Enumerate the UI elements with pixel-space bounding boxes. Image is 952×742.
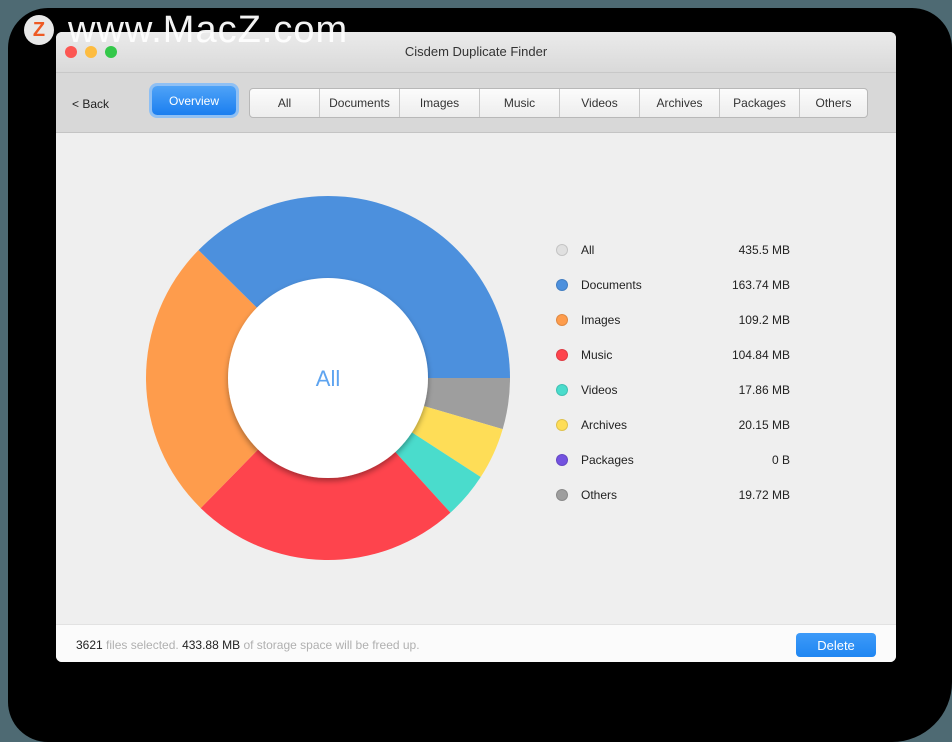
tab-images[interactable]: Images bbox=[399, 89, 479, 117]
legend-value: 17.86 MB bbox=[738, 382, 790, 397]
tab-archives[interactable]: Archives bbox=[639, 89, 719, 117]
legend-item-others[interactable]: Others 19.72 MB bbox=[556, 477, 790, 512]
legend-value: 435.5 MB bbox=[738, 242, 790, 257]
watermark-logo: Z bbox=[24, 15, 54, 45]
legend-value: 20.15 MB bbox=[738, 417, 790, 432]
tab-documents[interactable]: Documents bbox=[319, 89, 399, 117]
files-text: files selected. bbox=[102, 638, 183, 652]
overview-button[interactable]: Overview bbox=[152, 86, 236, 115]
legend-item-documents[interactable]: Documents 163.74 MB bbox=[556, 267, 790, 302]
tab-music[interactable]: Music bbox=[479, 89, 559, 117]
delete-button[interactable]: Delete bbox=[796, 633, 876, 657]
status-footer: 3621 files selected. 433.88 MB of storag… bbox=[56, 624, 896, 662]
legend: All 435.5 MB Documents 163.74 MB Images 109… bbox=[556, 232, 790, 512]
legend-value: 104.84 MB bbox=[731, 347, 790, 362]
overview-content: All All 435.5 MB Documents 163.74 MB Image… bbox=[56, 133, 896, 624]
legend-item-archives[interactable]: Archives 20.15 MB bbox=[556, 407, 790, 442]
legend-dot bbox=[556, 348, 568, 361]
tab-others[interactable]: Others bbox=[799, 89, 867, 117]
legend-dot bbox=[556, 383, 568, 396]
legend-item-videos[interactable]: Videos 17.86 MB bbox=[556, 372, 790, 407]
legend-value: 19.72 MB bbox=[738, 487, 790, 502]
legend-dot bbox=[556, 488, 568, 501]
watermark: Z www.MacZ.com bbox=[24, 8, 349, 51]
legend-item-music[interactable]: Music 104.84 MB bbox=[556, 337, 790, 372]
legend-item-packages[interactable]: Packages 0 B bbox=[556, 442, 790, 477]
legend-label: Music bbox=[581, 347, 613, 362]
legend-label: Others bbox=[581, 487, 618, 502]
freed-size: 433.88 MB bbox=[182, 638, 241, 652]
legend-label: Packages bbox=[581, 452, 634, 467]
app-window: Cisdem Duplicate Finder < Back Overview … bbox=[56, 32, 896, 662]
tab-videos[interactable]: Videos bbox=[559, 89, 639, 117]
legend-label: Images bbox=[581, 312, 621, 327]
legend-item-images[interactable]: Images 109.2 MB bbox=[556, 302, 790, 337]
legend-dot bbox=[556, 418, 568, 431]
tab-packages[interactable]: Packages bbox=[719, 89, 799, 117]
legend-label: All bbox=[581, 242, 595, 257]
donut-chart: All bbox=[145, 195, 510, 560]
legend-dot bbox=[556, 278, 568, 291]
file-count: 3621 bbox=[76, 638, 103, 652]
legend-value: 163.74 MB bbox=[731, 277, 790, 292]
legend-value: 109.2 MB bbox=[738, 312, 790, 327]
center-label: All bbox=[316, 366, 340, 391]
legend-label: Documents bbox=[581, 277, 642, 292]
legend-dot bbox=[556, 313, 568, 326]
legend-dot bbox=[556, 243, 568, 256]
toolbar: < Back Overview All Documents Images Mus… bbox=[56, 73, 896, 133]
legend-label: Archives bbox=[581, 417, 628, 432]
category-tabs: All Documents Images Music Videos Archiv… bbox=[249, 88, 868, 118]
tab-all[interactable]: All bbox=[250, 89, 319, 117]
legend-value: 0 B bbox=[771, 452, 790, 467]
legend-dot bbox=[556, 453, 568, 466]
legend-item-all[interactable]: All 435.5 MB bbox=[556, 232, 790, 267]
back-button[interactable]: < Back bbox=[72, 97, 109, 111]
size-text: of storage space will be freed up. bbox=[240, 638, 420, 652]
selection-summary: 3621 files selected. 433.88 MB of storag… bbox=[76, 638, 420, 652]
legend-label: Videos bbox=[581, 382, 618, 397]
watermark-text: www.MacZ.com bbox=[68, 8, 349, 51]
